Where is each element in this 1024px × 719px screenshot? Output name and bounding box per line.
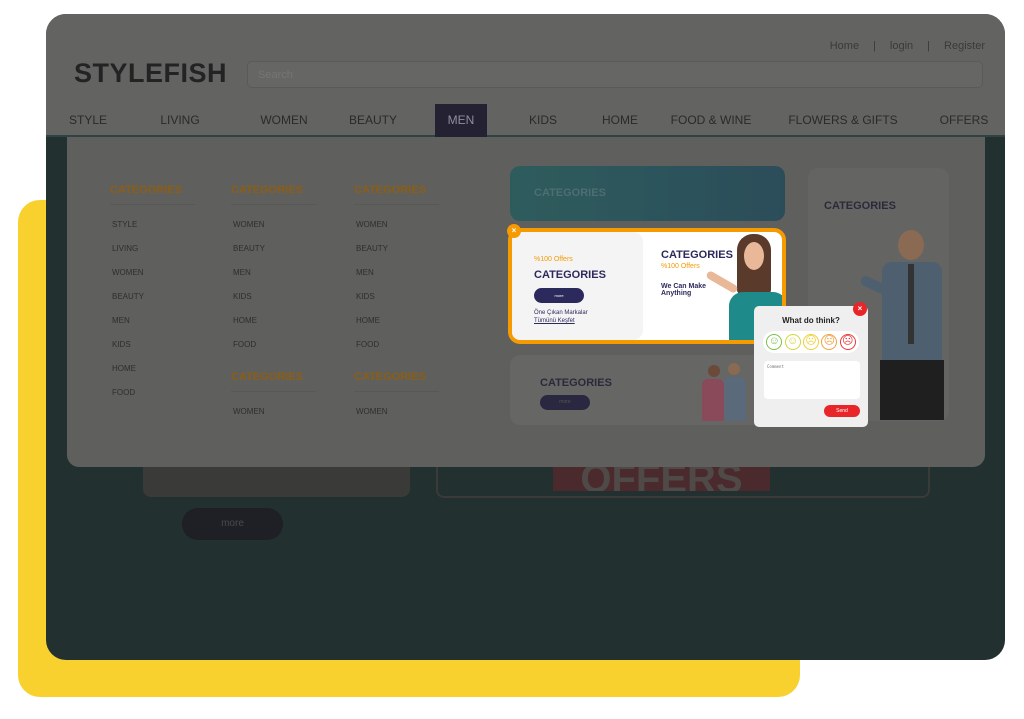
menu-item[interactable]: KIDS	[354, 292, 439, 301]
very-happy-face-icon[interactable]: ☺	[766, 334, 783, 350]
menu-item[interactable]: BEAUTY	[110, 292, 195, 301]
more-button-background[interactable]: more	[182, 508, 283, 540]
nav-living[interactable]: LIVING	[150, 104, 210, 137]
kids-category-card[interactable]: CATEGORIES more	[510, 355, 785, 425]
featured-brands-link[interactable]: Öne Çıkan Markalar	[534, 310, 588, 316]
tagline-line: Anything	[661, 290, 692, 297]
card-title: CATEGORIES	[824, 200, 896, 212]
column-title: CATEGORIES	[354, 371, 439, 392]
menu-item[interactable]: MEN	[354, 268, 439, 277]
nav-women[interactable]: WOMEN	[252, 104, 316, 137]
nav-home[interactable]: HOME	[594, 104, 646, 137]
very-sad-face-icon[interactable]: ☹	[839, 334, 856, 350]
menu-item[interactable]: HOME	[354, 316, 439, 325]
menu-item[interactable]: WOMEN	[110, 268, 195, 277]
teal-category-card[interactable]: CATEGORIES	[510, 166, 785, 221]
search-input[interactable]	[247, 61, 983, 88]
offer-text: %100 Offers	[534, 256, 573, 263]
column-title: CATEGORIES	[231, 184, 316, 205]
menu-item[interactable]: BEAUTY	[231, 244, 316, 253]
browser-window: OFFERS more STYLEFISH Home | login | Reg…	[46, 14, 1005, 660]
send-button[interactable]: Send	[824, 405, 860, 417]
column-title: CATEGORIES	[110, 184, 195, 205]
promo-left-panel: %100 Offers CATEGORIES more Öne Çıkan Ma…	[512, 232, 643, 340]
separator: |	[873, 40, 876, 52]
kids-image	[700, 363, 750, 423]
comment-textarea[interactable]	[764, 361, 860, 399]
nav-style[interactable]: STYLE	[60, 104, 116, 137]
menu-item[interactable]: HOME	[110, 364, 195, 373]
category-column-2: CATEGORIES WOMEN BEAUTY MEN KIDS HOME FO…	[231, 184, 316, 416]
menu-item[interactable]: HOME	[231, 316, 316, 325]
menu-item[interactable]: WOMEN	[354, 220, 439, 229]
top-links: Home | login | Register	[830, 40, 985, 52]
category-column-1: CATEGORIES STYLE LIVING WOMEN BEAUTY MEN…	[110, 184, 195, 397]
promo-right-offer: %100 Offers	[661, 263, 700, 270]
sad-face-icon[interactable]: ☹	[821, 334, 838, 350]
nav-offers[interactable]: OFFERS	[936, 104, 992, 137]
neutral-sad-face-icon[interactable]: ☹	[802, 334, 819, 350]
mega-menu: CATEGORIES STYLE LIVING WOMEN BEAUTY MEN…	[67, 137, 985, 467]
register-link[interactable]: Register	[944, 40, 985, 52]
column-title: CATEGORIES	[231, 371, 316, 392]
menu-item[interactable]: WOMEN	[231, 220, 316, 229]
menu-item[interactable]: BEAUTY	[354, 244, 439, 253]
feedback-popup: What do think? ☺ ☺ ☹ ☹ ☹ Send	[754, 306, 868, 427]
discover-all-link[interactable]: Tümünü Keşfet	[534, 318, 575, 324]
menu-item[interactable]: MEN	[110, 316, 195, 325]
menu-item[interactable]: FOOD	[110, 388, 195, 397]
menu-item[interactable]: MEN	[231, 268, 316, 277]
tagline: We Can Make Anything	[661, 283, 706, 297]
nav-food-wine[interactable]: FOOD & WINE	[668, 104, 754, 137]
logo[interactable]: STYLEFISH	[74, 58, 227, 89]
nav-men[interactable]: MEN	[435, 104, 487, 137]
nav-beauty[interactable]: BEAUTY	[342, 104, 404, 137]
card-title: CATEGORIES	[540, 377, 612, 389]
menu-item[interactable]: WOMEN	[231, 407, 316, 416]
tagline-line: We Can Make	[661, 283, 706, 290]
happy-face-icon[interactable]: ☺	[784, 334, 801, 350]
home-link[interactable]: Home	[830, 40, 859, 52]
menu-item[interactable]: KIDS	[231, 292, 316, 301]
menu-item[interactable]: FOOD	[354, 340, 439, 349]
feedback-title: What do think?	[782, 316, 840, 325]
menu-item[interactable]: KIDS	[110, 340, 195, 349]
close-feedback-button[interactable]: ×	[853, 302, 867, 316]
close-promo-button[interactable]: ×	[507, 224, 521, 238]
promo-category-card[interactable]: %100 Offers CATEGORIES more Öne Çıkan Ma…	[508, 228, 786, 344]
header: STYLEFISH Home | login | Register STYLE …	[46, 14, 1005, 137]
menu-item[interactable]: WOMEN	[354, 407, 439, 416]
column-title: CATEGORIES	[354, 184, 439, 205]
login-link[interactable]: login	[890, 40, 913, 52]
nav-kids[interactable]: KIDS	[520, 104, 566, 137]
menu-item[interactable]: LIVING	[110, 244, 195, 253]
more-button[interactable]: more	[534, 288, 584, 303]
promo-title: CATEGORIES	[534, 269, 606, 281]
menu-item[interactable]: FOOD	[231, 340, 316, 349]
card-title: CATEGORIES	[534, 187, 606, 199]
more-button[interactable]: more	[540, 395, 590, 410]
menu-item[interactable]: STYLE	[110, 220, 195, 229]
category-column-3: CATEGORIES WOMEN BEAUTY MEN KIDS HOME FO…	[354, 184, 439, 416]
man-image	[859, 230, 949, 421]
nav-flowers-gifts[interactable]: FLOWERS & GIFTS	[788, 104, 898, 137]
separator: |	[927, 40, 931, 52]
rating-faces: ☺ ☺ ☹ ☹ ☹	[763, 331, 859, 353]
